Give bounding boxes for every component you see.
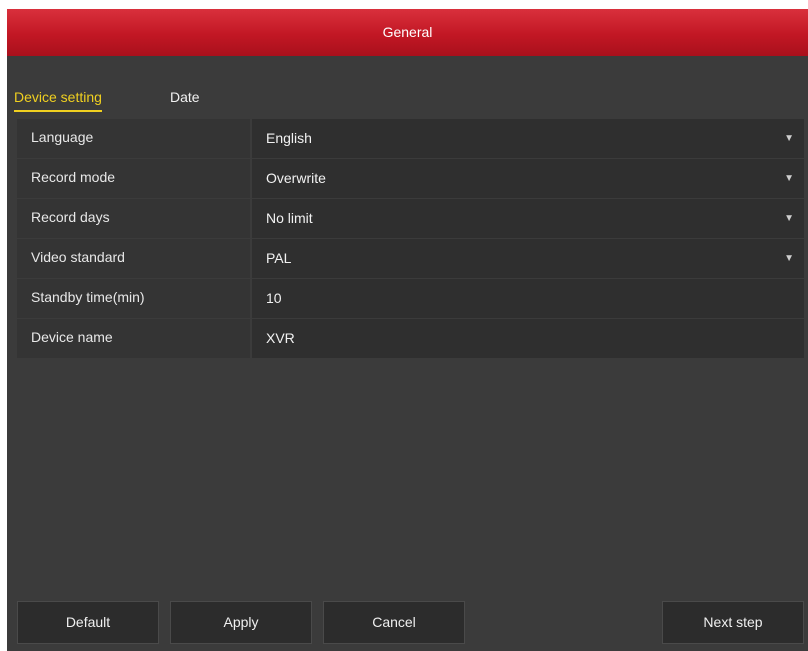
- record-mode-select[interactable]: Overwrite ▼: [252, 159, 804, 198]
- setting-value: XVR: [266, 330, 295, 346]
- default-button[interactable]: Default: [17, 601, 159, 644]
- setting-value: PAL: [266, 250, 292, 266]
- language-select[interactable]: English ▼: [252, 119, 804, 158]
- setting-value: Overwrite: [266, 170, 326, 186]
- setting-row-standby-time: Standby time(min) 10: [17, 279, 804, 318]
- apply-button[interactable]: Apply: [170, 601, 312, 644]
- setting-label: Record mode: [17, 159, 250, 198]
- chevron-down-icon: ▼: [784, 173, 794, 184]
- setting-row-record-days: Record days No limit ▼: [17, 199, 804, 238]
- settings-table: Language English ▼ Record mode Overwrite…: [17, 119, 804, 359]
- setting-value: 10: [266, 290, 282, 306]
- setting-value: English: [266, 130, 312, 146]
- setting-row-language: Language English ▼: [17, 119, 804, 158]
- video-standard-select[interactable]: PAL ▼: [252, 239, 804, 278]
- chevron-down-icon: ▼: [784, 133, 794, 144]
- setting-label: Record days: [17, 199, 250, 238]
- setting-row-record-mode: Record mode Overwrite ▼: [17, 159, 804, 198]
- tab-device-setting[interactable]: Device setting: [14, 86, 102, 112]
- record-days-select[interactable]: No limit ▼: [252, 199, 804, 238]
- setting-label: Video standard: [17, 239, 250, 278]
- window-title: General: [7, 9, 808, 56]
- standby-time-input[interactable]: 10: [252, 279, 804, 318]
- setting-label: Language: [17, 119, 250, 158]
- setting-label: Standby time(min): [17, 279, 250, 318]
- cancel-button[interactable]: Cancel: [323, 601, 465, 644]
- setting-row-device-name: Device name XVR: [17, 319, 804, 358]
- device-name-input[interactable]: XVR: [252, 319, 804, 358]
- tab-bar: Device setting Date: [7, 56, 808, 116]
- next-step-button[interactable]: Next step: [662, 601, 804, 644]
- general-window: General Device setting Date Language Eng…: [7, 9, 808, 651]
- setting-row-video-standard: Video standard PAL ▼: [17, 239, 804, 278]
- setting-label: Device name: [17, 319, 250, 358]
- setting-value: No limit: [266, 210, 313, 226]
- tab-date[interactable]: Date: [170, 86, 200, 108]
- chevron-down-icon: ▼: [784, 253, 794, 264]
- chevron-down-icon: ▼: [784, 213, 794, 224]
